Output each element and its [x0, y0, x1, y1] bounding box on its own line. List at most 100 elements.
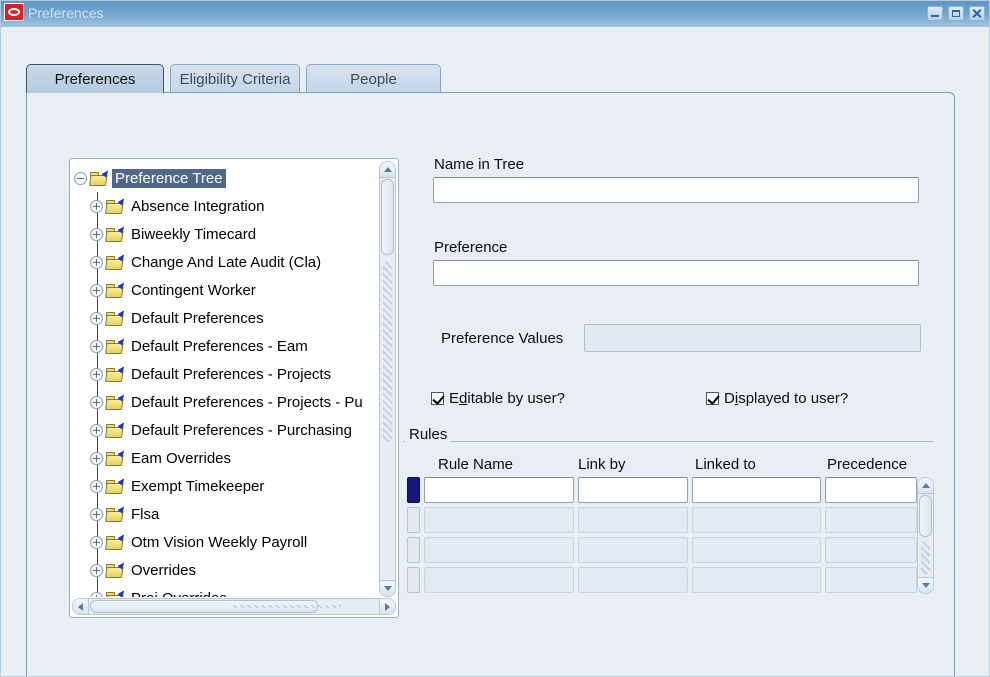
tree-node-label: Proj Overrides: [128, 589, 230, 598]
tree-node[interactable]: Default Preferences - Purchasing: [71, 416, 378, 444]
tree-node[interactable]: Exempt Timekeeper: [71, 472, 378, 500]
window-title: Preferences: [28, 5, 103, 21]
editable-by-user-checkbox[interactable]: [431, 392, 444, 405]
precedence-input: [825, 507, 917, 533]
arrow-up-icon[interactable]: [380, 162, 395, 178]
expand-plus-icon[interactable]: [90, 480, 103, 493]
arrow-down-icon[interactable]: [918, 577, 933, 593]
rules-frame-border: [403, 441, 933, 442]
arrow-down-icon[interactable]: [380, 580, 395, 596]
tree-vscroll-thumb[interactable]: [381, 179, 394, 255]
rule-name-input[interactable]: [424, 477, 574, 503]
folder-new-arrow-icon: [118, 334, 129, 346]
link-by-input: [578, 507, 688, 533]
expand-plus-icon[interactable]: [90, 508, 103, 521]
expand-plus-icon[interactable]: [90, 256, 103, 269]
preferences-window: Preferences Preferences Eligibility Crit…: [0, 0, 990, 677]
arrow-right-icon[interactable]: [379, 599, 395, 614]
folder-new-arrow-icon: [118, 586, 129, 597]
linked-to-input[interactable]: [692, 477, 821, 503]
tree-node-label: Flsa: [128, 505, 162, 524]
tree-node[interactable]: Biweekly Timecard: [71, 220, 378, 248]
folder-icon: [105, 590, 125, 597]
tree-node-label: Eam Overrides: [128, 449, 234, 468]
tree-node[interactable]: Eam Overrides: [71, 444, 378, 472]
tree-vertical-scrollbar[interactable]: [379, 161, 396, 597]
tree-node-label: Otm Vision Weekly Payroll: [128, 533, 310, 552]
collapse-minus-icon[interactable]: [74, 172, 87, 185]
link-by-input: [578, 537, 688, 563]
folder-icon: [105, 366, 125, 382]
tree-node[interactable]: Absence Integration: [71, 192, 378, 220]
expand-plus-icon[interactable]: [90, 312, 103, 325]
arrow-up-icon[interactable]: [918, 478, 933, 494]
tab-people[interactable]: People: [306, 64, 441, 93]
rules-vscroll-thumb[interactable]: [919, 495, 932, 537]
record-selector[interactable]: [407, 537, 420, 563]
minimize-button[interactable]: [927, 6, 943, 21]
displayed-to-user-checkbox[interactable]: [706, 392, 719, 405]
expand-plus-icon[interactable]: [90, 284, 103, 297]
close-button[interactable]: [969, 6, 985, 21]
name-in-tree-input[interactable]: [433, 177, 919, 203]
rules-table-row: [407, 567, 917, 593]
tree-node[interactable]: Change And Late Audit (Cla): [71, 248, 378, 276]
folder-new-arrow-icon: [118, 558, 129, 570]
expand-plus-icon[interactable]: [90, 368, 103, 381]
tree-node-label: Change And Late Audit (Cla): [128, 253, 324, 272]
tree-node-label: Exempt Timekeeper: [128, 477, 267, 496]
tree-node-label: Default Preferences - Projects: [128, 365, 334, 384]
folder-new-arrow-icon: [118, 502, 129, 514]
tree-node[interactable]: Overrides: [71, 556, 378, 584]
record-selector[interactable]: [407, 567, 420, 593]
tree-node[interactable]: Contingent Worker: [71, 276, 378, 304]
link-by-input[interactable]: [578, 477, 688, 503]
minimize-icon: [931, 15, 939, 17]
expand-plus-icon[interactable]: [90, 536, 103, 549]
record-selector[interactable]: [407, 507, 420, 533]
tree-node-label: Contingent Worker: [128, 281, 259, 300]
precedence-input[interactable]: [825, 477, 917, 503]
titlebar[interactable]: Preferences: [1, 1, 989, 27]
expand-plus-icon[interactable]: [90, 424, 103, 437]
folder-new-arrow-icon: [118, 530, 129, 542]
tree-node-label: Default Preferences - Eam: [128, 337, 311, 356]
expand-plus-icon[interactable]: [90, 340, 103, 353]
tree-hscroll-thumb[interactable]: [90, 600, 318, 613]
linked-to-input: [692, 567, 821, 593]
tree-node[interactable]: Otm Vision Weekly Payroll: [71, 528, 378, 556]
tree-node[interactable]: Default Preferences - Projects - Pu: [71, 388, 378, 416]
folder-new-arrow-icon: [118, 194, 129, 206]
rules-frame-label: Rules: [405, 426, 451, 443]
link-by-column-header: Link by: [578, 456, 626, 473]
preference-input[interactable]: [433, 260, 919, 286]
expand-plus-icon[interactable]: [90, 452, 103, 465]
folder-icon: [105, 534, 125, 550]
tab-preferences[interactable]: Preferences: [26, 64, 164, 93]
tree-node[interactable]: Default Preferences - Eam: [71, 332, 378, 360]
rules-vertical-scrollbar[interactable]: [917, 477, 934, 594]
precedence-input: [825, 537, 917, 563]
maximize-button[interactable]: [948, 6, 964, 21]
oracle-ring: [8, 8, 20, 16]
expand-plus-icon[interactable]: [90, 228, 103, 241]
expand-plus-icon[interactable]: [90, 396, 103, 409]
tree-horizontal-scrollbar[interactable]: [72, 598, 396, 615]
tree-node[interactable]: Default Preferences - Projects: [71, 360, 378, 388]
tree-node[interactable]: Proj Overrides: [71, 584, 378, 597]
tree-node-root[interactable]: Preference Tree: [71, 164, 378, 192]
tree-node-label: Preference Tree: [112, 169, 226, 188]
expand-plus-icon[interactable]: [90, 564, 103, 577]
linked-to-column-header: Linked to: [695, 456, 756, 473]
record-selector[interactable]: [407, 477, 420, 503]
editable-by-user-checkbox-group: Editable by user?: [431, 390, 565, 407]
folder-new-arrow-icon: [118, 306, 129, 318]
expand-plus-icon[interactable]: [90, 200, 103, 213]
tree-node[interactable]: Default Preferences: [71, 304, 378, 332]
tab-eligibility-criteria[interactable]: Eligibility Criteria: [170, 64, 300, 93]
tree-node[interactable]: Flsa: [71, 500, 378, 528]
folder-new-arrow-icon: [102, 166, 113, 178]
displayed-to-user-label: Displayed to user?: [724, 390, 848, 407]
expand-plus-icon[interactable]: [90, 592, 103, 598]
arrow-left-icon[interactable]: [73, 599, 89, 614]
